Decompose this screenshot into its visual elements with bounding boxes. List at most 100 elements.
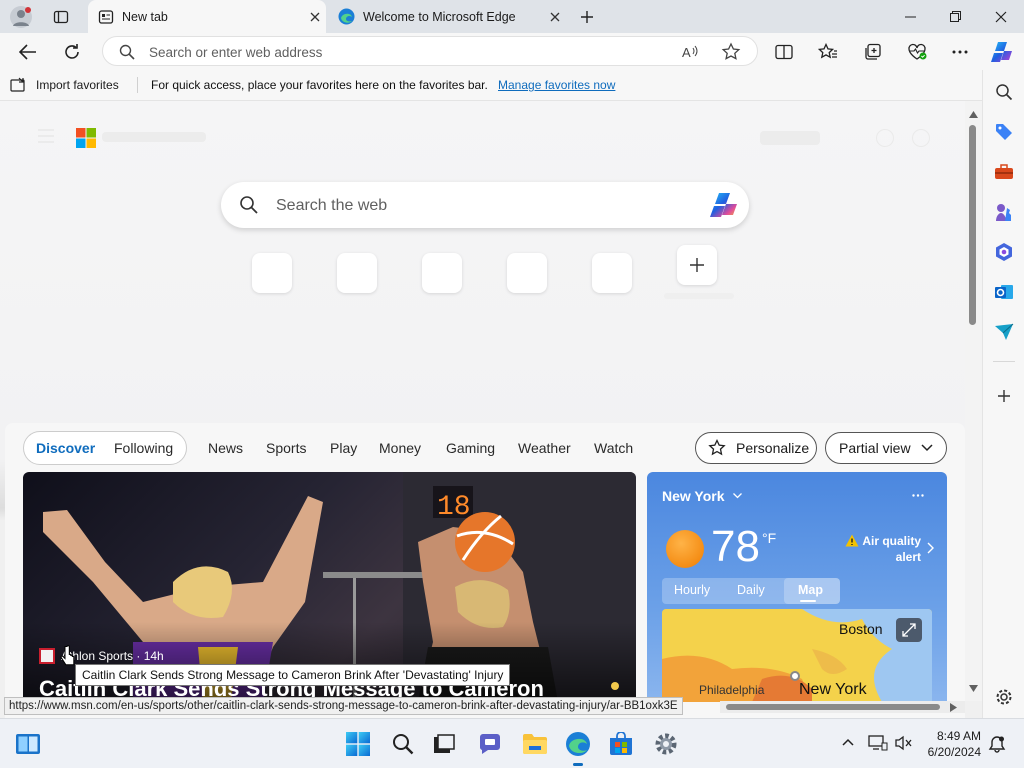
profile-avatar[interactable]	[10, 6, 32, 28]
store-button[interactable]	[607, 730, 635, 758]
taskbar-search-button[interactable]	[389, 730, 417, 758]
web-search-box[interactable]: Search the web	[221, 182, 749, 228]
scroll-up-icon[interactable]	[969, 111, 978, 118]
new-tab-button[interactable]	[574, 5, 600, 29]
active-app-indicator	[573, 763, 583, 766]
clock-date: 6/20/2024	[927, 745, 981, 759]
weather-tab-hourly[interactable]: Hourly	[674, 583, 710, 597]
browser-essentials-button[interactable]	[902, 37, 932, 67]
tab-discover[interactable]: Discover	[36, 440, 95, 456]
read-aloud-button[interactable]: A	[681, 42, 701, 62]
quick-link-4[interactable]	[507, 253, 547, 293]
show-hidden-icons-button[interactable]	[842, 738, 854, 746]
nav-sports[interactable]: Sports	[266, 440, 306, 456]
edge-icon	[566, 732, 590, 756]
sidebar-games-button[interactable]	[991, 199, 1017, 225]
nav-weather[interactable]: Weather	[518, 440, 571, 456]
personalize-button[interactable]: Personalize	[695, 432, 817, 464]
menu-icon[interactable]	[38, 129, 54, 143]
add-quick-link-button[interactable]	[677, 245, 717, 285]
settings-icon[interactable]	[912, 129, 930, 147]
back-button[interactable]	[13, 37, 43, 67]
quick-link-5[interactable]	[592, 253, 632, 293]
view-mode-label: Partial view	[839, 440, 911, 456]
weather-tab-daily[interactable]: Daily	[737, 583, 765, 597]
copilot-icon	[710, 193, 737, 217]
sidebar-drop-button[interactable]	[991, 319, 1017, 345]
refresh-button[interactable]	[57, 37, 87, 67]
address-bar[interactable]: Search or enter web address A	[102, 36, 758, 66]
tab-actions-button[interactable]	[50, 6, 72, 28]
expand-map-button[interactable]	[896, 618, 922, 642]
weather-map[interactable]: Boston Philadelphia New York	[662, 609, 932, 702]
profile-icon[interactable]	[876, 129, 894, 147]
quick-link-2[interactable]	[337, 253, 377, 293]
close-tab-button[interactable]	[304, 6, 326, 28]
horizontal-scrollbar[interactable]	[720, 701, 965, 713]
settings-and-more-button[interactable]	[945, 37, 975, 67]
file-explorer-button[interactable]	[521, 730, 549, 758]
edge-taskbar-button[interactable]	[564, 730, 592, 766]
sidebar-shopping-button[interactable]	[991, 119, 1017, 145]
nav-money[interactable]: Money	[379, 440, 421, 456]
chevron-right-icon[interactable]	[927, 542, 934, 554]
tab-strip: New tab Welcome to Microsoft Edge	[0, 0, 1024, 33]
volume-button[interactable]	[894, 735, 912, 751]
plus-icon	[998, 390, 1010, 402]
vertical-tabs-icon	[53, 10, 69, 24]
weather-tab-map[interactable]: Map	[798, 583, 823, 597]
sidebar-outlook-button[interactable]	[991, 279, 1017, 305]
nav-news[interactable]: News	[208, 440, 243, 456]
sidebar-microsoft365-button[interactable]	[991, 239, 1017, 265]
collections-button[interactable]	[858, 37, 888, 67]
add-favorite-button[interactable]	[721, 42, 741, 62]
settings-button[interactable]	[652, 730, 680, 758]
copilot-button[interactable]	[987, 37, 1017, 67]
sidebar-settings-button[interactable]	[991, 684, 1017, 710]
horizontal-scrollbar-thumb[interactable]	[726, 704, 940, 710]
favorites-bar-message: For quick access, place your favorites h…	[151, 78, 488, 92]
carousel-dot[interactable]	[611, 682, 619, 690]
split-screen-button[interactable]	[769, 37, 799, 67]
scrollbar-thumb[interactable]	[969, 125, 976, 325]
view-mode-dropdown[interactable]: Partial view	[825, 432, 947, 464]
sidebar-tools-button[interactable]	[991, 159, 1017, 185]
teams-chat-button[interactable]	[476, 730, 504, 758]
map-label-new-york: New York	[799, 681, 867, 698]
favorites-button[interactable]	[813, 37, 843, 67]
sidebar-add-button[interactable]	[991, 383, 1017, 409]
network-button[interactable]	[868, 735, 888, 751]
copilot-icon	[991, 42, 1012, 62]
close-tab-button[interactable]	[544, 6, 566, 28]
task-view-button[interactable]	[430, 730, 458, 758]
page-scrollbar[interactable]	[965, 101, 982, 701]
nav-gaming[interactable]: Gaming	[446, 440, 495, 456]
scroll-right-icon[interactable]	[950, 703, 957, 712]
import-icon	[10, 77, 25, 92]
restore-button[interactable]	[932, 0, 978, 33]
weather-location[interactable]: New York	[662, 488, 742, 504]
start-button[interactable]	[344, 730, 372, 758]
clock[interactable]: 8:49 AM 6/20/2024	[915, 728, 981, 760]
scroll-down-icon[interactable]	[969, 685, 978, 692]
close-window-button[interactable]	[978, 0, 1024, 33]
more-dots-icon[interactable]	[912, 494, 924, 497]
quick-link-3[interactable]	[422, 253, 462, 293]
copilot-search-button[interactable]	[709, 191, 739, 219]
star-icon	[721, 42, 741, 60]
tab-welcome-edge[interactable]: Welcome to Microsoft Edge	[330, 0, 566, 33]
notifications-button[interactable]	[988, 735, 1006, 753]
import-favorites-button[interactable]: Import favorites	[10, 77, 119, 93]
tab-following[interactable]: Following	[114, 440, 173, 456]
nav-watch[interactable]: Watch	[594, 440, 633, 456]
header-controls	[760, 127, 940, 151]
minimize-button[interactable]	[887, 0, 933, 33]
weather-card[interactable]: New York 78 °F Air quality alert Hourly …	[647, 472, 947, 702]
tab-new-tab[interactable]: New tab	[88, 0, 326, 33]
widgets-button[interactable]	[14, 730, 42, 758]
quick-link-1[interactable]	[252, 253, 292, 293]
manage-favorites-link[interactable]: Manage favorites now	[498, 78, 615, 92]
nav-play[interactable]: Play	[330, 440, 357, 456]
sidebar-search-button[interactable]	[991, 79, 1017, 105]
air-quality-alert[interactable]: Air quality alert	[841, 533, 921, 565]
